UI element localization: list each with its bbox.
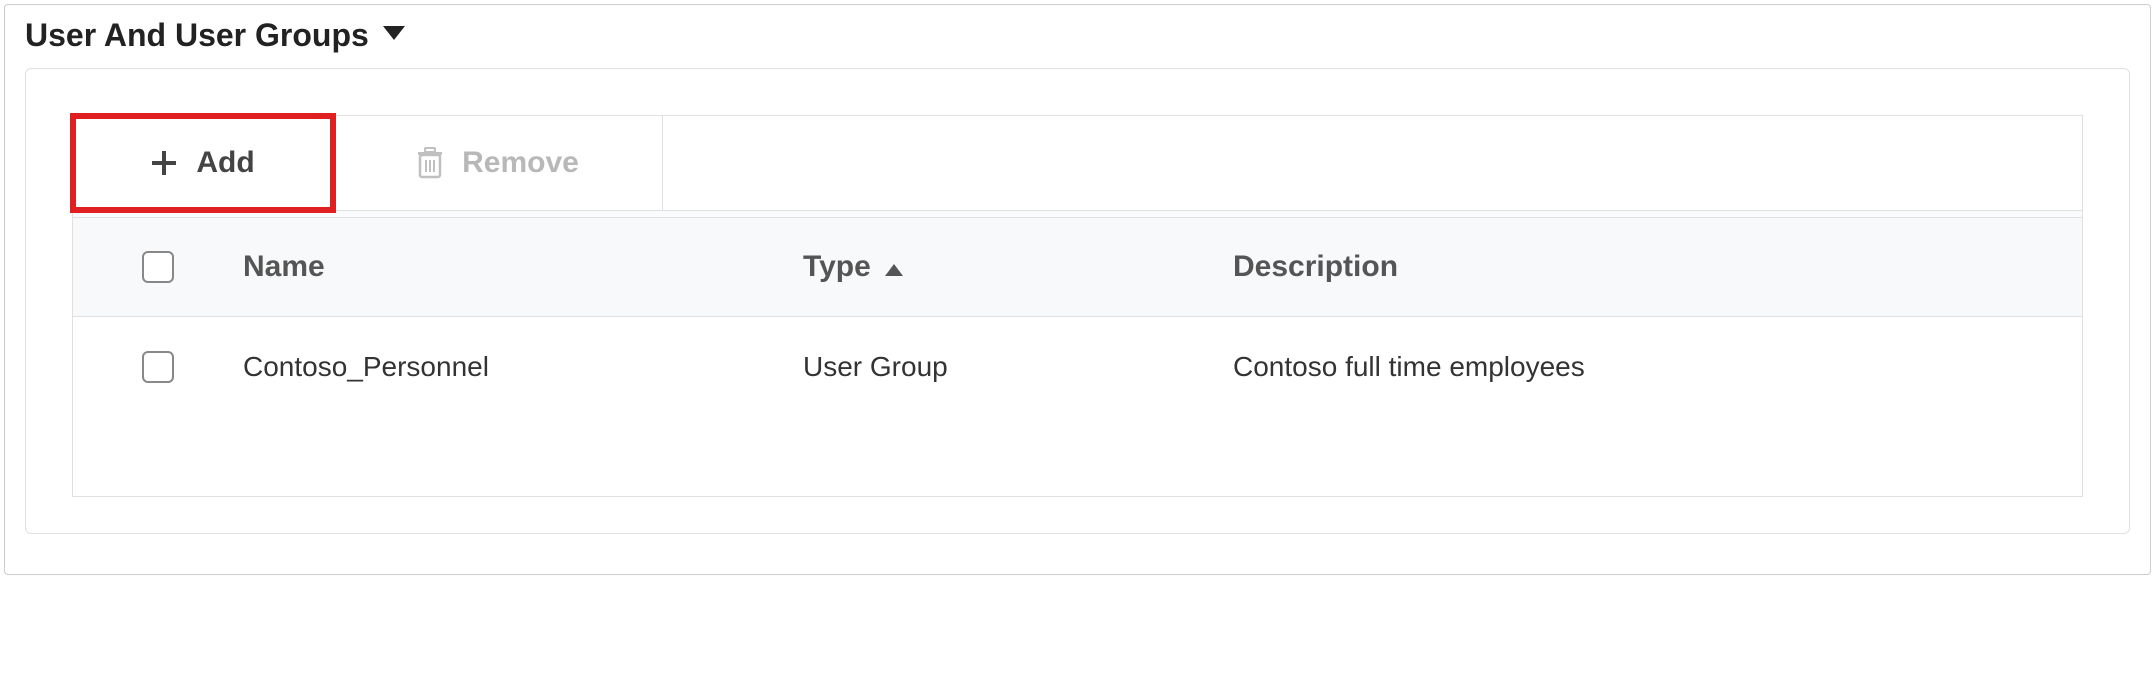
column-header-type[interactable]: Type (803, 250, 1233, 284)
sort-ascending-icon (885, 250, 903, 284)
column-header-name[interactable]: Name (243, 250, 803, 284)
remove-button[interactable]: Remove (333, 116, 663, 210)
inner-panel: Add Remove (25, 68, 2130, 534)
row-description: Contoso full time employees (1233, 351, 1585, 383)
column-header-type-label: Type (803, 250, 871, 284)
row-type: User Group (803, 351, 948, 383)
table-header-row: Name Type Description (72, 217, 2083, 317)
remove-button-label: Remove (462, 146, 579, 180)
section-title: User And User Groups (25, 17, 369, 54)
plus-icon (150, 149, 178, 177)
add-button[interactable]: Add (73, 116, 333, 210)
select-all-checkbox[interactable] (142, 251, 174, 283)
trash-icon (416, 147, 444, 179)
users-groups-panel: User And User Groups Add (4, 4, 2151, 575)
column-header-name-label: Name (243, 250, 325, 284)
row-checkbox[interactable] (142, 351, 174, 383)
chevron-down-icon (383, 26, 405, 45)
table-row[interactable]: Contoso_Personnel User Group Contoso ful… (72, 317, 2083, 417)
table-empty-area (72, 417, 2083, 497)
row-name: Contoso_Personnel (243, 351, 489, 383)
add-button-label: Add (196, 146, 254, 180)
column-header-description-label: Description (1233, 250, 1398, 284)
toolbar: Add Remove (72, 115, 2083, 211)
toolbar-spacer (663, 116, 2082, 210)
section-header[interactable]: User And User Groups (25, 13, 2130, 68)
column-header-description[interactable]: Description (1233, 250, 2082, 284)
